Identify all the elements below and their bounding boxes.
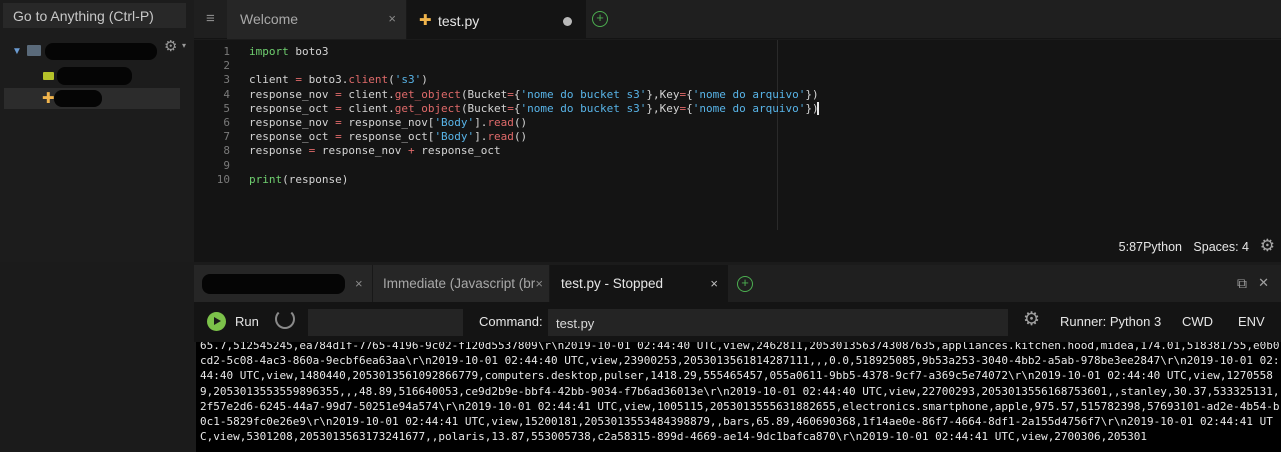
line-number: 2 [223,59,230,73]
restart-icon[interactable] [275,309,295,329]
code-line[interactable]: client = boto3.client('s3') [249,73,819,87]
play-icon[interactable] [207,312,226,331]
panel-tab-redacted[interactable]: × [194,265,373,302]
line-number: 7 [223,130,230,144]
run-arguments-input[interactable] [308,309,463,336]
code-line[interactable]: response_nov = client.get_object(Bucket=… [249,88,819,102]
redacted-file-name [57,67,132,85]
goto-anything-input[interactable]: Go to Anything (Ctrl-P) [3,3,186,28]
tab-label: Immediate (Javascript (br [383,276,536,291]
folder-icon [27,45,41,56]
redacted-folder-name [45,43,157,60]
close-icon[interactable]: × [535,276,543,291]
line-number: 8 [223,144,230,158]
line-number: 9 [223,158,230,172]
tab-menu-icon[interactable]: ≡ [194,0,227,39]
add-tab-icon[interactable]: + [592,11,608,27]
code-line[interactable]: import boto3 [249,45,819,59]
caret-down-icon[interactable]: ▾ [182,41,186,50]
run-toolbar: Run Command: test.py ⚙ Runner: Python 3 … [194,302,1281,342]
code-line[interactable]: response = response_nov + response_oct [249,144,819,158]
panel-tab-test-py-stopped[interactable]: test.py - Stopped × [550,265,728,302]
file-sidebar: Go to Anything (Ctrl-P) ⚙ ▾ ▼ ✚ [0,0,194,262]
tab-test-py[interactable]: ✚ test.py [407,0,586,39]
text-cursor [817,102,819,115]
cwd-button[interactable]: CWD [1182,314,1213,329]
cursor-position[interactable]: 5:87 [1119,240,1143,254]
code-lines[interactable]: import boto3 ​ client = boto3.client('s3… [249,45,819,187]
tree-item-markdown-file[interactable] [40,66,150,87]
panel-tab-immediate[interactable]: Immediate (Javascript (br × [373,265,550,302]
tab-label: test.py - Stopped [561,276,664,291]
gear-icon[interactable]: ⚙ [164,37,177,55]
panel-tab-bar: × Immediate (Javascript (br × test.py - … [194,265,1281,302]
tree-root-folder[interactable]: ▼ [6,41,166,62]
code-line[interactable]: print(response) [249,173,819,187]
code-line[interactable]: ​ [249,59,819,73]
command-input[interactable]: test.py [548,309,1008,336]
unsaved-dot-icon[interactable] [563,17,572,26]
editor-tab-bar: ≡ Welcome × ✚ test.py + [194,0,1281,39]
markdown-file-icon [43,72,54,80]
line-number: 10 [216,172,230,186]
command-label: Command: [479,314,543,329]
python-file-icon: ✚ [42,90,55,107]
console-output[interactable]: 65.7,512545245,ea784d1f-7765-4196-9c02-f… [196,342,1281,452]
redacted-file-name [54,90,102,107]
console-output-text: 65.7,512545245,ea784d1f-7765-4196-9c02-f… [200,342,1280,444]
code-editor[interactable]: 1 2 3 4 5 6 7 8 9 10 import boto3 ​ clie… [194,40,1281,262]
code-line[interactable]: response_nov = response_nov['Body'].read… [249,116,819,130]
gear-icon[interactable]: ⚙ [1023,308,1040,331]
close-icon[interactable]: × [710,276,718,291]
language-mode[interactable]: Python [1143,240,1182,254]
env-button[interactable]: ENV [1238,314,1265,329]
line-number: 6 [223,115,230,129]
runner-selector[interactable]: Runner: Python 3 [1060,314,1161,329]
code-line[interactable]: response_oct = client.get_object(Bucket=… [249,102,819,116]
tab-welcome[interactable]: Welcome × [227,0,407,39]
python-file-icon: ✚ [419,12,432,29]
line-number: 5 [223,101,230,115]
indent-setting[interactable]: Spaces: 4 [1193,240,1249,254]
close-icon[interactable]: × [355,276,363,291]
restore-panel-icon[interactable]: ⧉ [1237,275,1247,292]
line-number: 4 [223,87,230,101]
add-tab-icon[interactable]: + [737,276,753,292]
tab-label: Welcome [240,11,299,27]
line-number-gutter: 1 2 3 4 5 6 7 8 9 10 [194,45,230,187]
close-icon[interactable]: ✕ [1258,275,1269,291]
tab-label: test.py [438,13,480,29]
tree-item-python-file[interactable]: ✚ [4,88,180,109]
code-line[interactable]: ​ [249,159,819,173]
editor-statusbar: 5:87 Python Spaces: 4 ⚙ [981,232,1281,262]
redacted-tab-label [202,274,345,294]
chevron-down-icon[interactable]: ▼ [12,46,22,57]
line-number: 3 [223,73,230,87]
gear-icon[interactable]: ⚙ [1260,236,1275,256]
code-line[interactable]: response_oct = response_oct['Body'].read… [249,130,819,144]
line-number: 1 [223,45,230,58]
close-icon[interactable]: × [388,11,396,26]
run-button[interactable]: Run [235,314,259,329]
